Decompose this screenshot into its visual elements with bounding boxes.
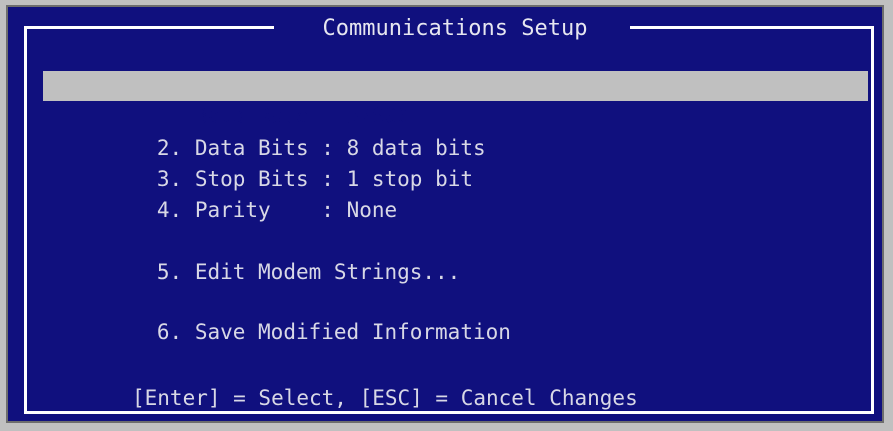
menu-item-stop-bits[interactable]: 3. Stop Bits : 1 stop bit: [43, 134, 868, 191]
menu-item-parity[interactable]: 4. Parity : None: [43, 165, 868, 222]
menu-item-number: 6.: [156, 320, 183, 344]
menu-item-data-bits[interactable]: 2. Data Bits : 8 data bits: [43, 103, 868, 160]
menu-item-save-modified-information[interactable]: 6. Save Modified Information: [43, 287, 868, 344]
menu-item-label: Edit Modem Strings...: [194, 260, 461, 284]
menu-item-value: None: [346, 198, 398, 222]
dialog-title: Communications Setup: [322, 16, 588, 41]
frame-border-right: [871, 26, 874, 414]
keyboard-hint: [Enter] = Select, [ESC] = Cancel Changes: [132, 386, 638, 410]
communications-setup-dialog: Communications Setup 1. Baud Rate : 5760…: [6, 5, 884, 423]
frame-border-top-left: [24, 26, 274, 29]
menu-item-separator: :: [321, 198, 334, 222]
menu-item-number: 5.: [156, 260, 183, 284]
menu-item-number: 4.: [156, 198, 183, 222]
terminal-screen: Communications Setup 1. Baud Rate : 5760…: [0, 0, 893, 431]
menu-item-edit-modem-strings[interactable]: 5. Edit Modem Strings...: [43, 227, 868, 284]
frame-border-left: [24, 26, 27, 414]
menu-item-baud-rate[interactable]: 1. Baud Rate : 57600: [43, 71, 868, 128]
menu-item-label: Parity: [194, 198, 309, 222]
menu-item-label: Save Modified Information: [194, 320, 511, 344]
frame-border-top-right: [630, 26, 874, 29]
